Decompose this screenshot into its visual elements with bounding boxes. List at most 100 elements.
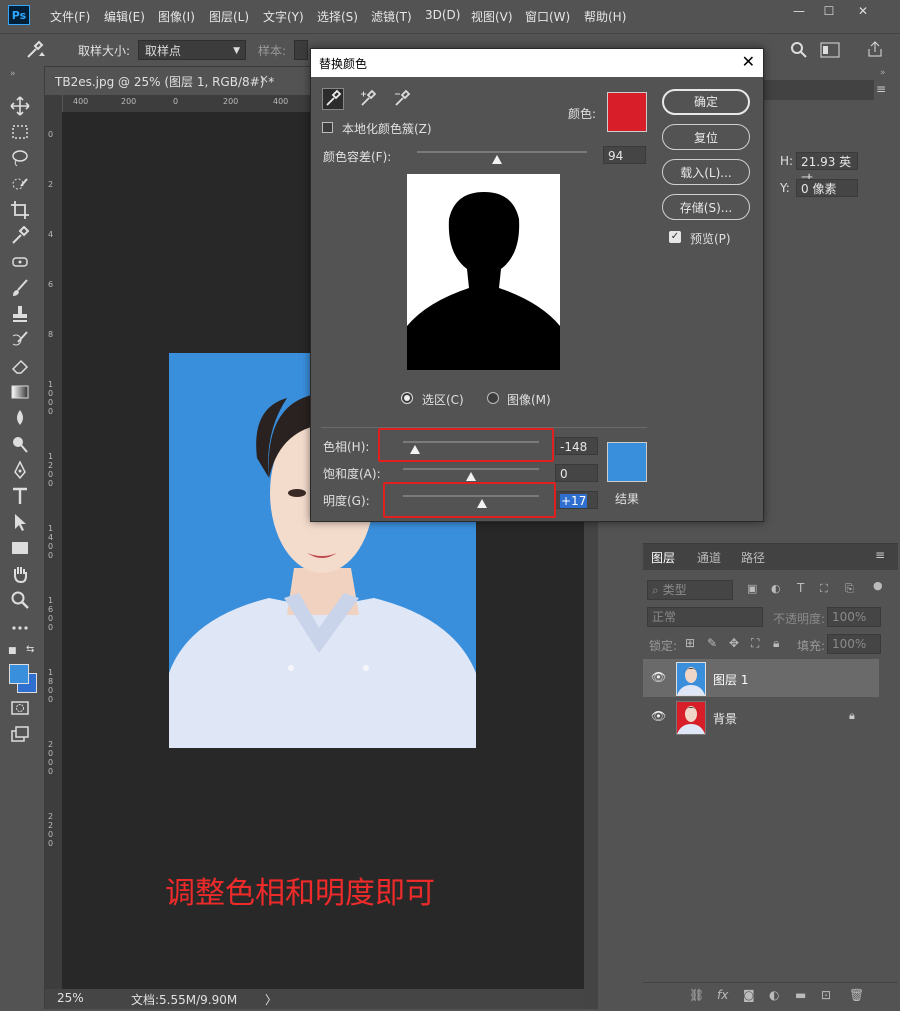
close-window-icon[interactable]: ✕ — [852, 4, 874, 20]
foreground-color-swatch[interactable] — [9, 664, 29, 684]
menu-select[interactable]: 选择(S) — [317, 8, 358, 25]
tab-channels[interactable]: 通道 — [697, 549, 721, 566]
layer-row-layer1[interactable]: 👁︎ 图层 1 — [643, 659, 879, 697]
new-group-icon[interactable]: ▬ — [795, 988, 806, 1002]
path-selection-tool-icon[interactable] — [10, 512, 34, 534]
lock-pixels-icon[interactable]: ✎ — [707, 636, 717, 650]
filter-shape-icon[interactable]: ⛶ — [820, 582, 828, 596]
opacity-field[interactable]: 100% — [827, 607, 881, 627]
link-layers-icon[interactable]: ⛓︎ — [689, 988, 704, 1002]
eyedropper-plus-icon[interactable] — [358, 89, 378, 112]
type-tool-icon[interactable] — [10, 486, 34, 508]
brush-tool-icon[interactable] — [10, 278, 34, 300]
fuzziness-field[interactable]: 94 — [603, 146, 646, 164]
ruler-origin[interactable] — [45, 95, 63, 113]
crop-tool-icon[interactable] — [10, 200, 34, 222]
panel-menu-icon[interactable]: ≡ — [876, 82, 886, 96]
collapse-icon[interactable]: » — [10, 69, 16, 79]
move-tool-icon[interactable] — [10, 96, 34, 118]
zoom-tool-icon[interactable] — [10, 590, 34, 612]
preview-checkbox[interactable]: ✓ — [669, 231, 681, 243]
swap-colors-icon[interactable]: ⇆ — [26, 644, 34, 655]
new-layer-icon[interactable]: ⊡ — [821, 988, 831, 1002]
menu-window[interactable]: 窗口(W) — [525, 8, 570, 25]
menu-file[interactable]: 文件(F) — [50, 8, 90, 25]
layer-name[interactable]: 图层 1 — [713, 671, 748, 688]
dodge-tool-icon[interactable] — [10, 434, 34, 456]
menu-filter[interactable]: 滤镜(T) — [371, 8, 412, 25]
menu-3d[interactable]: 3D(D) — [425, 8, 460, 22]
workspace-icon[interactable] — [820, 42, 840, 61]
saturation-field[interactable]: 0 — [555, 464, 598, 482]
filter-smart-object-icon[interactable]: ⎘ — [845, 582, 854, 596]
lock-transparent-icon[interactable]: ⊞ — [685, 636, 695, 650]
fuzziness-slider-track[interactable] — [417, 151, 587, 153]
menu-type[interactable]: 文字(Y) — [263, 8, 304, 25]
add-mask-icon[interactable]: ◙ — [743, 988, 755, 1002]
eyedropper-minus-icon[interactable] — [392, 89, 412, 112]
blend-mode-select[interactable]: 正常 — [647, 607, 763, 627]
healing-brush-tool-icon[interactable] — [10, 252, 34, 274]
zoom-level[interactable]: 25% — [57, 991, 84, 1005]
layer-row-background[interactable]: 👁︎ 背景 🔒︎ — [643, 698, 879, 736]
close-tab-icon[interactable]: × — [259, 72, 269, 86]
eye-visibility-icon[interactable]: 👁︎ — [651, 709, 666, 723]
pen-tool-icon[interactable] — [10, 460, 34, 482]
fill-field[interactable]: 100% — [827, 634, 881, 654]
blur-tool-icon[interactable] — [10, 408, 34, 430]
search-icon[interactable] — [790, 41, 808, 62]
clone-stamp-tool-icon[interactable] — [10, 304, 34, 326]
sample-size-select[interactable]: 取样点 ▼ — [138, 40, 246, 60]
status-menu-arrow-icon[interactable]: 〉 — [265, 991, 277, 1008]
radio-selection[interactable] — [401, 392, 413, 404]
radio-selection-label[interactable]: 选区(C) — [422, 391, 464, 408]
share-icon[interactable] — [866, 40, 884, 61]
load-button[interactable]: 载入(L)... — [662, 159, 750, 185]
menu-layer[interactable]: 图层(L) — [209, 8, 249, 25]
more-tools-icon[interactable] — [10, 618, 34, 640]
selection-color-swatch[interactable] — [607, 92, 647, 132]
menu-image[interactable]: 图像(I) — [158, 8, 195, 25]
history-brush-tool-icon[interactable] — [10, 330, 34, 352]
reset-button[interactable]: 复位 — [662, 124, 750, 150]
eyedropper-tool-icon[interactable] — [10, 225, 34, 248]
filter-pixel-icon[interactable]: ▣ — [747, 582, 757, 595]
quick-mask-icon[interactable] — [10, 698, 34, 720]
default-colors-icon[interactable]: ■ — [8, 646, 17, 656]
document-tab[interactable]: TB2es.jpg @ 25% (图层 1, RGB/8#) * × — [45, 67, 310, 93]
result-color-swatch[interactable] — [607, 442, 647, 482]
saturation-slider-thumb[interactable] — [466, 472, 476, 481]
localized-clusters-label[interactable]: 本地化颜色簇(Z) — [342, 120, 432, 137]
rectangle-tool-icon[interactable] — [10, 538, 34, 560]
fuzziness-slider-thumb[interactable] — [491, 155, 502, 164]
eyedropper-icon[interactable] — [322, 88, 344, 110]
dialog-titlebar[interactable]: 替换颜色 ✕ — [311, 49, 763, 77]
menu-edit[interactable]: 编辑(E) — [104, 8, 145, 25]
hue-field[interactable]: -148 — [555, 437, 598, 455]
saturation-slider-track[interactable] — [403, 468, 539, 470]
lock-artboard-icon[interactable]: ⛶ — [751, 636, 759, 651]
marquee-tool-icon[interactable] — [10, 122, 34, 144]
layer-name[interactable]: 背景 — [713, 710, 737, 727]
eye-visibility-icon[interactable]: 👁︎ — [651, 670, 666, 684]
filter-toggle-icon[interactable]: ● — [873, 579, 883, 592]
filter-adjustment-icon[interactable]: ◐ — [771, 582, 781, 595]
maximize-icon[interactable]: ☐ — [818, 4, 840, 20]
localized-clusters-checkbox[interactable] — [322, 122, 333, 133]
lasso-tool-icon[interactable] — [10, 148, 34, 170]
sample-select[interactable] — [294, 40, 308, 60]
radio-image[interactable] — [487, 392, 499, 404]
filter-type-icon[interactable]: T — [797, 581, 804, 595]
lightness-field[interactable]: +17 — [555, 491, 598, 509]
gradient-tool-icon[interactable] — [10, 382, 34, 404]
adjustment-layer-icon[interactable]: ◐ — [769, 988, 779, 1002]
screen-mode-icon[interactable] — [10, 724, 34, 746]
radio-image-label[interactable]: 图像(M) — [507, 391, 551, 408]
menu-help[interactable]: 帮助(H) — [584, 8, 626, 25]
menu-view[interactable]: 视图(V) — [471, 8, 513, 25]
layer-filter-select[interactable]: ⌕ 类型 — [647, 580, 733, 600]
minimize-icon[interactable]: — — [788, 4, 810, 20]
delete-layer-icon[interactable]: 🗑︎ — [849, 988, 864, 1002]
lock-all-icon[interactable]: 🔒︎ — [773, 636, 779, 651]
collapse-icon[interactable]: » — [880, 68, 886, 78]
